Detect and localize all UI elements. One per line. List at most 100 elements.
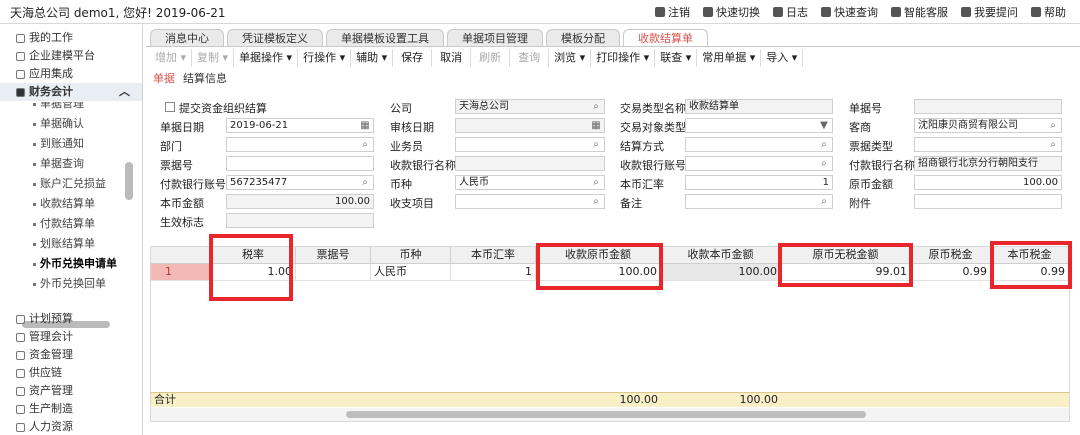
- ask-question-link[interactable]: 我要提问: [961, 4, 1018, 20]
- sidebar-item-fund[interactable]: 资金管理: [0, 346, 142, 364]
- sidebar-item-production[interactable]: 生产制造: [0, 400, 142, 418]
- recv-bank-name-field[interactable]: [455, 156, 605, 171]
- copy-button[interactable]: 复制 ▾: [192, 49, 235, 67]
- sidebar-item-my-work[interactable]: 我的工作: [0, 29, 142, 47]
- sub-item-doc-manage[interactable]: 单据管理: [0, 102, 142, 114]
- doc-date-field[interactable]: 2019-06-21 ▦: [226, 118, 374, 133]
- sidebar-item-budget[interactable]: 计划预算: [0, 310, 142, 328]
- logout-link[interactable]: 注销: [655, 4, 690, 20]
- calendar-icon[interactable]: ▦: [360, 120, 370, 131]
- grid-header-rate[interactable]: 本币汇率: [451, 247, 536, 264]
- sub-item-arrival-notice[interactable]: 到账通知: [0, 134, 142, 154]
- sub-item-receipt-settle[interactable]: 收款结算单: [0, 194, 142, 214]
- search-icon[interactable]: ⌕: [360, 139, 370, 150]
- refresh-button[interactable]: 刷新: [471, 49, 511, 67]
- tab-doc-item-manage[interactable]: 单据项目管理: [447, 29, 543, 47]
- trade-type-field[interactable]: 收款结算单: [685, 99, 833, 114]
- settle-method-field[interactable]: ⌕: [685, 137, 833, 152]
- company-field[interactable]: 天海总公司 ⌕: [455, 99, 605, 114]
- cell-currency[interactable]: 人民币: [371, 264, 451, 281]
- grid-header-recv-local[interactable]: 收款本币金额: [661, 247, 781, 264]
- quick-query-link[interactable]: 快速查询: [821, 4, 878, 20]
- pay-bank-name-field[interactable]: 招商银行北京分行朝阳支行: [914, 156, 1062, 171]
- income-item-field[interactable]: ⌕: [455, 194, 605, 209]
- sub-item-transfer-settle[interactable]: 划账结算单: [0, 234, 142, 254]
- help-link[interactable]: 帮助: [1031, 4, 1066, 20]
- query-button[interactable]: 查询: [510, 49, 550, 67]
- sidebar-item-app-integration[interactable]: 应用集成: [0, 65, 142, 83]
- cell-bill-no[interactable]: [296, 264, 371, 281]
- sub-item-payment-settle[interactable]: 付款结算单: [0, 214, 142, 234]
- sub-item-fx-apply[interactable]: 外币兑换申请单: [0, 254, 142, 274]
- search-icon[interactable]: ⌕: [1048, 139, 1058, 150]
- search-icon[interactable]: ⌕: [591, 139, 601, 150]
- tab-template-assign[interactable]: 模板分配: [546, 29, 620, 47]
- attachment-field[interactable]: [914, 194, 1062, 209]
- search-icon[interactable]: ⌕: [591, 101, 601, 112]
- sidebar-item-hr[interactable]: 人力资源: [0, 418, 142, 435]
- sub-item-exchange-gain[interactable]: 账户汇兑损益: [0, 174, 142, 194]
- tab-doc-template-tool[interactable]: 单据模板设置工具: [326, 29, 444, 47]
- cell-orig-tax[interactable]: 0.99: [911, 264, 991, 281]
- customer-field[interactable]: 沈阳康贝商贸有限公司 ⌕: [914, 118, 1062, 133]
- grid-header-currency[interactable]: 币种: [371, 247, 451, 264]
- effective-flag-field[interactable]: [226, 213, 374, 228]
- search-icon[interactable]: ⌕: [591, 196, 601, 207]
- common-docs-button[interactable]: 常用单据 ▾: [697, 49, 762, 67]
- subtab-document[interactable]: 单据: [150, 71, 178, 87]
- exchange-rate-field[interactable]: 1: [685, 175, 833, 190]
- search-icon[interactable]: ⌕: [819, 139, 829, 150]
- sidebar-item-mgmt-accounting[interactable]: 管理会计: [0, 328, 142, 346]
- search-icon[interactable]: ⌕: [1048, 120, 1058, 131]
- sidebar-item-supply-chain[interactable]: 供应链: [0, 364, 142, 382]
- trade-object-select[interactable]: ▼: [685, 118, 833, 133]
- currency-field[interactable]: 人民币 ⌕: [455, 175, 605, 190]
- tab-voucher-template[interactable]: 凭证模板定义: [227, 29, 323, 47]
- sub-item-doc-confirm[interactable]: 单据确认: [0, 114, 142, 134]
- staff-field[interactable]: ⌕: [455, 137, 605, 152]
- tab-receipt-settle[interactable]: 收款结算单: [623, 29, 708, 47]
- assist-button[interactable]: 辅助 ▾: [351, 49, 394, 67]
- cell-rate[interactable]: 1: [451, 264, 536, 281]
- search-icon[interactable]: ⌕: [819, 196, 829, 207]
- bill-type-field[interactable]: ⌕: [914, 137, 1062, 152]
- search-icon[interactable]: ⌕: [819, 158, 829, 169]
- add-button[interactable]: 增加 ▾: [150, 49, 193, 67]
- submit-org-checkbox[interactable]: [165, 102, 175, 112]
- link-query-button[interactable]: 联查 ▾: [655, 49, 698, 67]
- browse-button[interactable]: 浏览 ▾: [549, 49, 592, 67]
- smart-service-link[interactable]: 智能客服: [891, 4, 948, 20]
- print-button[interactable]: 打印操作 ▾: [591, 49, 656, 67]
- audit-date-field[interactable]: ▦: [455, 118, 605, 133]
- sub-item-fx-receipt[interactable]: 外币兑换回单: [0, 274, 142, 294]
- sidebar-item-assets[interactable]: 资产管理: [0, 382, 142, 400]
- local-amount-field[interactable]: 100.00: [226, 194, 374, 209]
- orig-amount-field[interactable]: 100.00: [914, 175, 1062, 190]
- doc-operation-button[interactable]: 单据操作 ▾: [234, 49, 299, 67]
- bill-no-field[interactable]: [226, 156, 374, 171]
- remark-field[interactable]: ⌕: [685, 194, 833, 209]
- sidebar-scrollbar[interactable]: [125, 162, 133, 200]
- dept-field[interactable]: ⌕: [226, 137, 374, 152]
- grid-hscroll-track[interactable]: [151, 408, 1069, 421]
- sidebar-item-finance[interactable]: 财务会计 ︿: [0, 83, 142, 101]
- grid-hscroll-thumb[interactable]: [346, 411, 866, 418]
- cancel-button[interactable]: 取消: [432, 49, 472, 67]
- grid-header-orig-tax[interactable]: 原币税金: [911, 247, 991, 264]
- doc-no-field[interactable]: [914, 99, 1062, 114]
- search-icon[interactable]: ⌕: [591, 177, 601, 188]
- row-number[interactable]: 1: [151, 264, 211, 281]
- import-button[interactable]: 导入 ▾: [761, 49, 804, 67]
- tab-message-center[interactable]: 消息中心: [150, 29, 224, 47]
- cell-recv-local[interactable]: 100.00: [661, 264, 781, 281]
- recv-bank-acct-field[interactable]: ⌕: [685, 156, 833, 171]
- row-operation-button[interactable]: 行操作 ▾: [298, 49, 352, 67]
- pay-bank-acct-field[interactable]: 567235477 ⌕: [226, 175, 374, 190]
- sidebar-item-enterprise-modeling[interactable]: 企业建模平台: [0, 47, 142, 65]
- grid-header-bill-no[interactable]: 票据号: [296, 247, 371, 264]
- save-button[interactable]: 保存: [393, 49, 433, 67]
- subtab-settle-info[interactable]: 结算信息: [180, 71, 230, 87]
- sub-item-doc-query[interactable]: 单据查询: [0, 154, 142, 174]
- log-link[interactable]: 日志: [773, 4, 808, 20]
- quick-switch-link[interactable]: 快速切换: [703, 4, 760, 20]
